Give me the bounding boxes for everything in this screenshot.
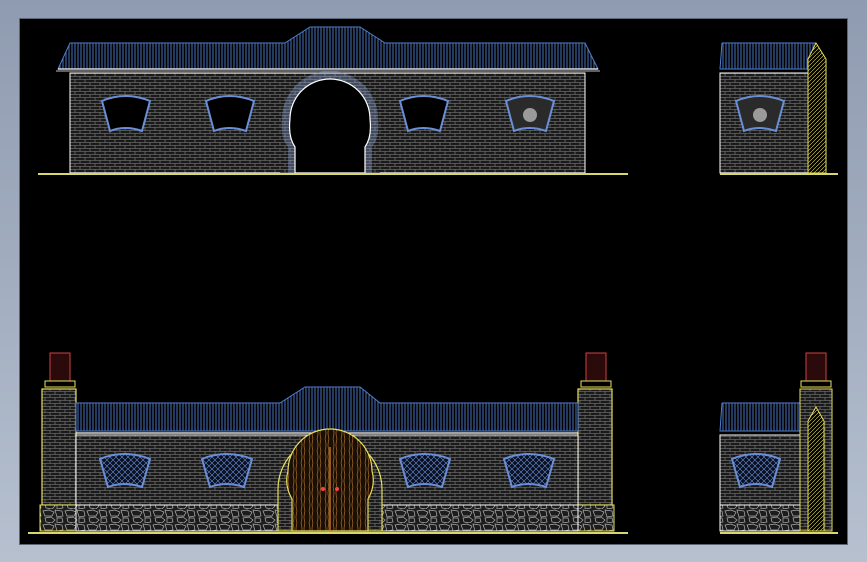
pillar-left [39,352,79,532]
fan-window [734,95,786,133]
upper-side-elevation [719,41,838,175]
fan-window [398,453,452,489]
fan-window [398,95,450,133]
pillar-side [799,352,833,532]
fan-window [502,453,556,489]
fan-window [100,95,152,133]
pillar-right [575,352,615,532]
fan-window [98,453,152,489]
upper-front-elevation [38,26,628,175]
fan-window [200,453,254,489]
fan-window [204,95,256,133]
cad-viewport[interactable] [20,19,847,544]
roof [56,26,600,72]
lower-side-elevation [719,352,838,534]
fan-window [730,453,782,489]
fan-window [504,95,556,133]
cad-drawing [28,26,838,534]
moon-gate [280,71,380,174]
lower-front-elevation [28,352,628,534]
